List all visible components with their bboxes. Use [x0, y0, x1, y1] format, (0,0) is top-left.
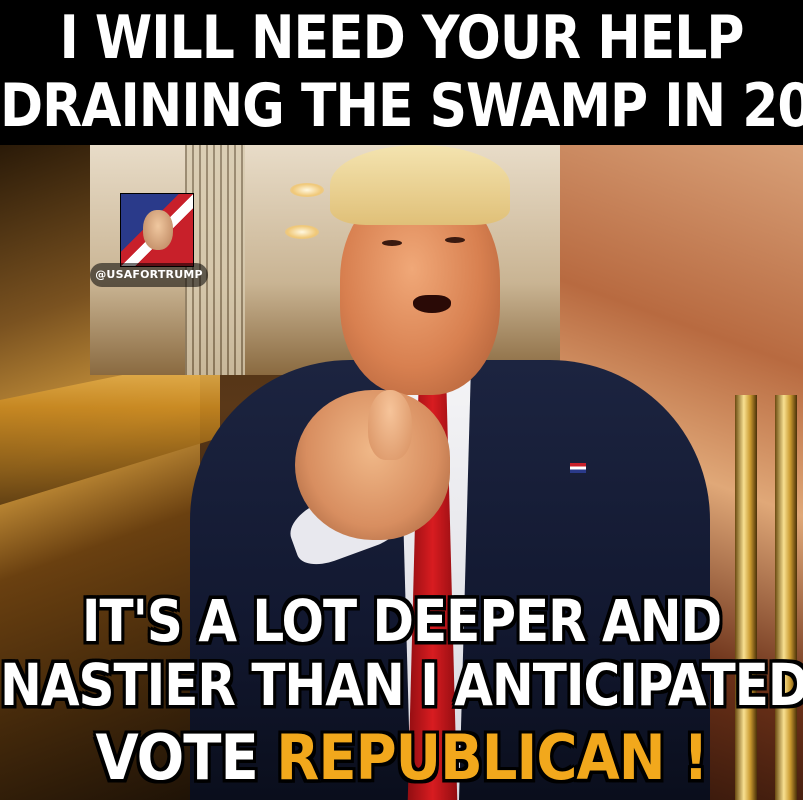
- bottom-caption-line-2: NASTIER THAN I ANTICIPATED: [0, 652, 803, 719]
- bottom-caption-line-1: IT'S A LOT DEEPER AND: [81, 588, 722, 655]
- top-caption-line-1: I WILL NEED YOUR HELP: [59, 4, 744, 73]
- portrait-icon: [143, 210, 173, 250]
- watermark-badge: @USAFORTRUMP: [90, 193, 208, 288]
- vote-word: VOTE: [95, 722, 258, 795]
- flag-lapel-pin: [570, 463, 586, 473]
- right-eye: [445, 237, 465, 243]
- republican-word: REPUBLICAN !: [276, 722, 708, 795]
- open-mouth: [413, 295, 451, 313]
- top-caption-line-2: DRAINING THE SWAMP IN 2018: [0, 72, 803, 141]
- meme-image: @USAFORTRUMP I WILL NEED YOUR HELP DRAIN…: [0, 0, 803, 800]
- vote-caption: VOTE REPUBLICAN !: [0, 722, 803, 796]
- watermark-handle: @USAFORTRUMP: [90, 263, 208, 287]
- pointing-finger: [368, 390, 412, 460]
- left-eye: [382, 240, 402, 246]
- hair: [330, 145, 510, 225]
- watermark-logo: [120, 193, 194, 267]
